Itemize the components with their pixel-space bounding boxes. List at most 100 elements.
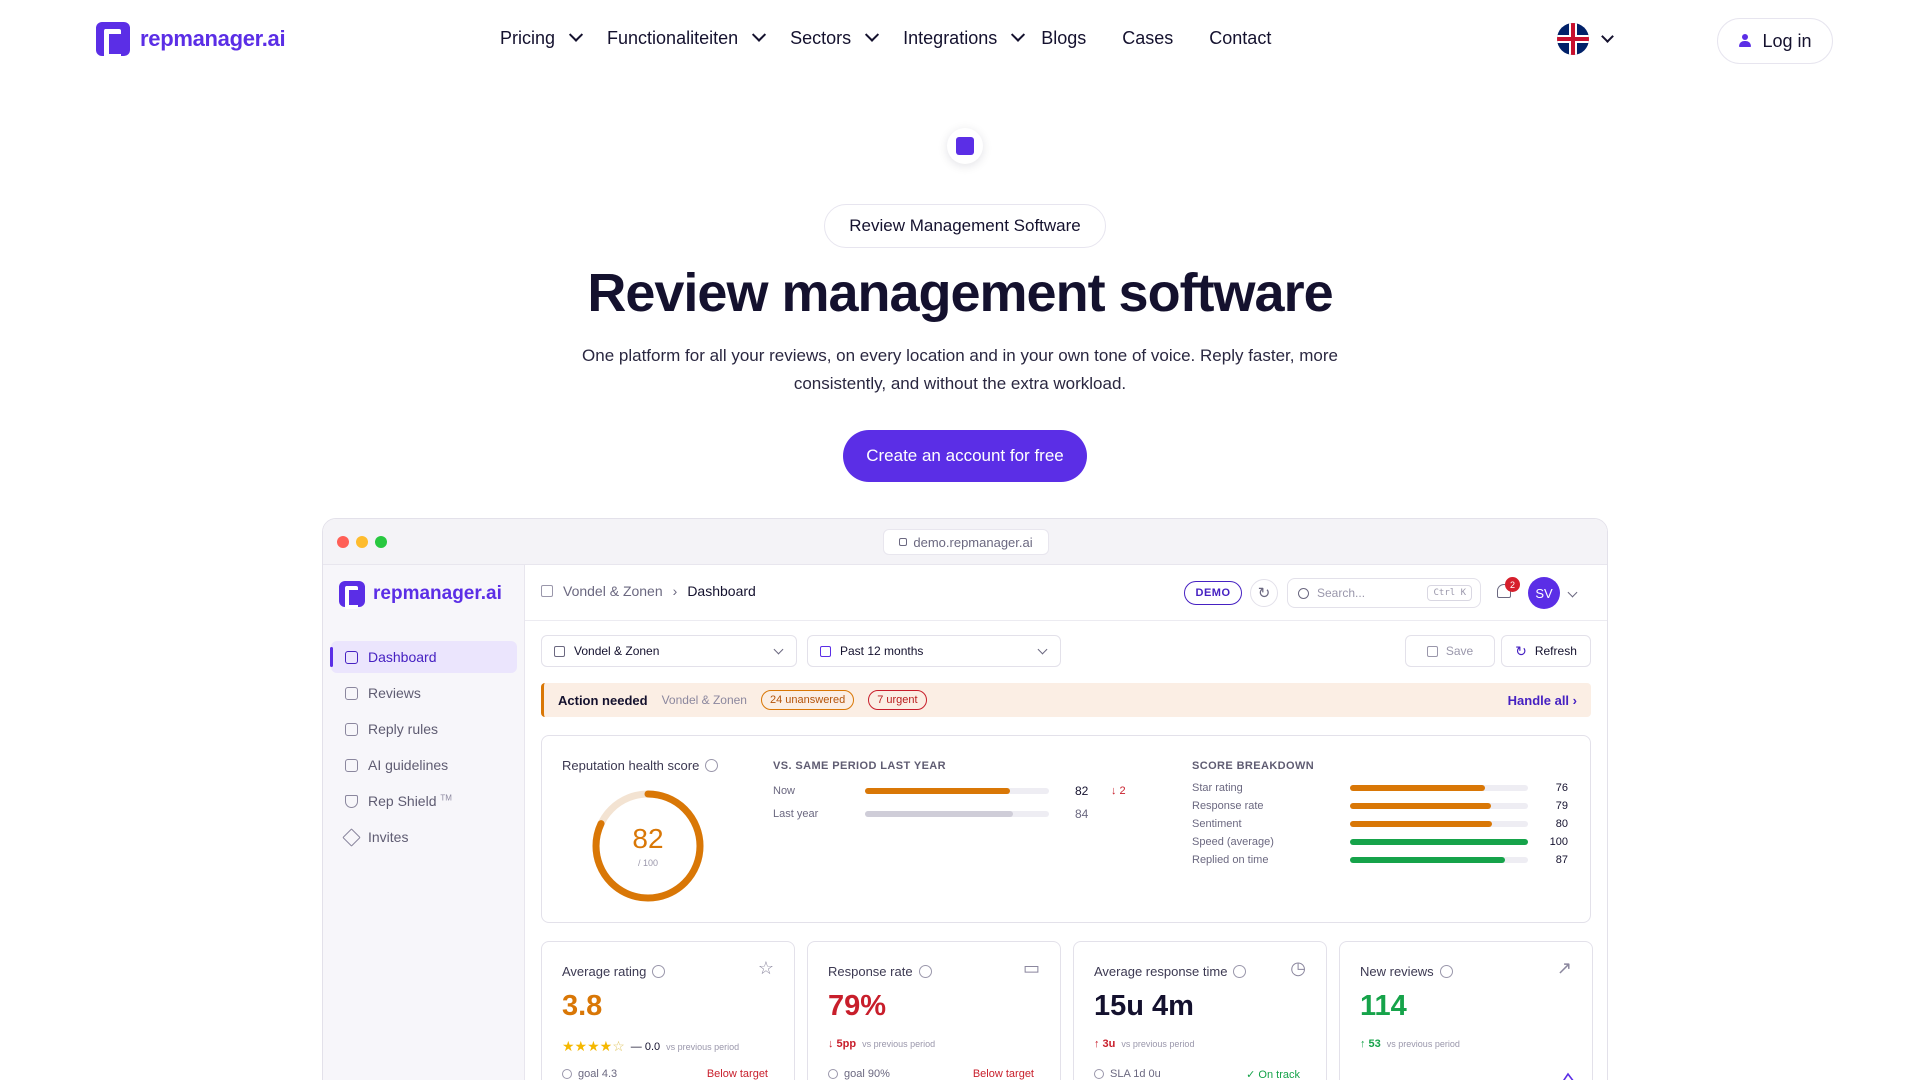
language-selector[interactable] <box>1557 23 1614 55</box>
unanswered-tag[interactable]: 24 unanswered <box>760 690 855 710</box>
sidebar-item-label: Reviews <box>368 685 421 701</box>
chevron-down-icon <box>752 27 767 42</box>
period-select[interactable]: Past 12 months <box>807 635 1061 667</box>
nav-item-integrations[interactable]: Integrations <box>903 27 1026 49</box>
avatar[interactable]: SV <box>1528 577 1560 609</box>
hero-title: Review management software <box>587 263 1333 323</box>
reputation-health-card: Reputation health score 82 / 100 VS. SAM… <box>541 735 1591 923</box>
kpi-delta: ↓ 5pp <box>828 1038 857 1050</box>
chevron-right-icon: › <box>672 583 678 599</box>
chat-icon[interactable]: ▭ <box>1023 958 1040 979</box>
kpi-delta: — 0.0 <box>630 1040 661 1053</box>
chevron-down-icon <box>1037 644 1048 655</box>
trademark: TM <box>440 793 452 803</box>
logo-icon <box>339 581 365 609</box>
nav-item-cases[interactable]: Cases <box>1122 28 1173 49</box>
login-button[interactable]: Log in <box>1717 18 1833 64</box>
create-account-button[interactable]: Create an account for free <box>843 430 1087 482</box>
target-icon <box>562 1069 572 1079</box>
shield-icon <box>345 794 358 808</box>
arrow-up-right-icon[interactable]: ↗ <box>1557 958 1572 979</box>
breadcrumb-location[interactable]: Vondel & Zonen <box>563 583 663 599</box>
nav-item-sectors[interactable]: Sectors <box>790 27 880 49</box>
minimize-dot-icon <box>356 536 368 548</box>
kpi-delta: ↑ 53 <box>1360 1038 1381 1050</box>
save-label: Save <box>1445 644 1474 658</box>
breakdown-value: 100 <box>1549 836 1568 848</box>
shortcut-hint: Ctrl K <box>1427 585 1472 601</box>
breakdown-label: Sentiment <box>1192 818 1242 830</box>
login-label: Log in <box>1762 30 1812 51</box>
info-icon[interactable] <box>705 759 719 772</box>
sidebar-item-ai-guidelines[interactable]: AI guidelines <box>331 749 517 781</box>
user-icon <box>1738 34 1752 48</box>
handle-all-link[interactable]: Handle all › <box>1508 693 1577 708</box>
url-bar[interactable]: demo.repmanager.ai <box>883 529 1049 555</box>
sidebar-item-dashboard[interactable]: Dashboard <box>330 641 517 673</box>
kpi-card[interactable]: Average response time ◷ 15u 4m ↑ 3u vs previ… <box>1073 941 1327 1080</box>
health-score: 82 <box>632 823 663 854</box>
sidebar-item-invites[interactable]: Invites <box>331 821 517 853</box>
kpi-compare-label: vs previous period <box>862 1039 936 1049</box>
refresh-button[interactable]: ↻ Refresh <box>1501 635 1591 667</box>
hero-badge: Review Management Software <box>824 204 1106 248</box>
kpi-compare-label: vs previous period <box>666 1041 740 1052</box>
breakdown-value: 79 <box>1555 800 1568 812</box>
compare-row: Last year 84 <box>773 807 1105 821</box>
save-button[interactable]: Save <box>1405 635 1495 667</box>
branch-icon <box>345 722 358 736</box>
compare-row: Now 82 ↓ 2 <box>773 784 1126 798</box>
breakdown-fill <box>1350 857 1505 863</box>
sidebar-item-label: Dashboard <box>368 649 437 665</box>
kpi-value: 3.8 <box>562 990 603 1022</box>
breakdown-track <box>1350 785 1528 791</box>
kpi-status: Below target <box>972 1068 1034 1080</box>
brand-name: repmanager.ai <box>140 26 286 51</box>
compare-fill <box>865 788 1010 794</box>
kpi-card[interactable]: New reviews ↗ 114 ↑ 53 vs previous period <box>1339 941 1593 1080</box>
sidebar-brand[interactable]: repmanager.ai <box>339 581 502 609</box>
app-sidebar: repmanager.ai Dashboard Reviews Reply ru… <box>323 565 525 1080</box>
kpi-change: ↓ 5pp vs previous period <box>828 1038 935 1050</box>
breakdown-row: Sentiment 80 <box>1192 818 1568 830</box>
breakdown-label: Replied on time <box>1192 854 1269 866</box>
nav-item-functionaliteiten[interactable]: Functionaliteiten <box>607 27 767 49</box>
breakdown-track <box>1350 857 1528 863</box>
breakdown-row: Response rate 79 <box>1192 800 1568 812</box>
brand-logo[interactable]: repmanager.ai <box>96 22 286 59</box>
sidebar-item-label: Reply rules <box>368 721 439 737</box>
reset-icon[interactable]: ↻ <box>1250 579 1278 607</box>
list-icon <box>345 686 358 700</box>
info-icon[interactable] <box>652 965 666 978</box>
kpi-card[interactable]: Response rate ▭ 79% ↓ 5pp vs previous period… <box>807 941 1061 1080</box>
clock-icon[interactable]: ◷ <box>1290 958 1306 979</box>
kpi-title: Average response time <box>1094 964 1247 979</box>
kpi-compare-label: vs previous period <box>1121 1039 1195 1049</box>
nav-item-pricing[interactable]: Pricing <box>500 27 584 49</box>
nav-label: Contact <box>1209 28 1272 48</box>
breakdown-track <box>1350 821 1528 827</box>
sidebar-item-label: AI guidelines <box>368 757 449 773</box>
nav-item-contact[interactable]: Contact <box>1209 28 1271 49</box>
sidebar-item-reviews[interactable]: Reviews <box>331 677 517 709</box>
refresh-icon: ↻ <box>1515 642 1527 659</box>
info-icon[interactable] <box>1233 965 1247 978</box>
kpi-goal: SLA 1d 0u <box>1094 1068 1161 1080</box>
compare-value: 82 <box>1075 784 1089 798</box>
sidebar-item-reply-rules[interactable]: Reply rules <box>331 713 517 745</box>
building-icon <box>554 645 565 657</box>
info-icon[interactable] <box>918 965 932 978</box>
location-select[interactable]: Vondel & Zonen <box>541 635 797 667</box>
nav-item-blogs[interactable]: Blogs <box>1041 28 1086 49</box>
chevron-down-icon[interactable] <box>1567 587 1578 598</box>
target-icon <box>828 1069 838 1079</box>
kpi-card[interactable]: Average rating ☆ 3.8 ★★★★☆ — 0.0 vs previous … <box>541 941 795 1080</box>
star-icon[interactable]: ☆ <box>758 958 774 979</box>
chevron-down-icon <box>865 27 880 42</box>
urgent-tag[interactable]: 7 urgent <box>868 690 927 710</box>
nav-label: Sectors <box>790 28 852 48</box>
sidebar-item-rep-shield[interactable]: Rep Shield TM <box>331 785 517 817</box>
breakdown-value: 80 <box>1555 818 1568 830</box>
info-icon[interactable] <box>1439 965 1453 978</box>
search-input[interactable]: Search... Ctrl K <box>1287 578 1481 608</box>
